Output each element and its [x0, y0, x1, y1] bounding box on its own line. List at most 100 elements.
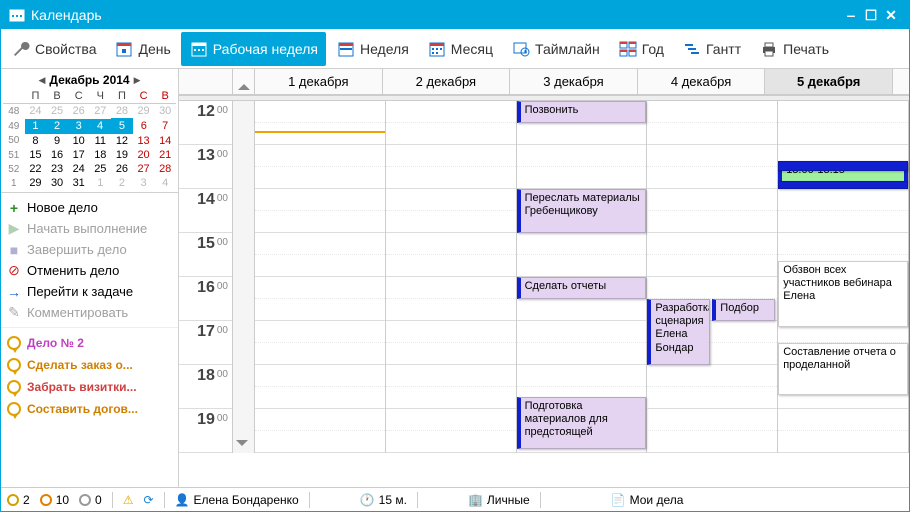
- mini-cal-day[interactable]: 3: [133, 176, 155, 190]
- mini-cal-day[interactable]: 5: [111, 119, 133, 134]
- mini-cal-day[interactable]: 23: [46, 162, 68, 176]
- allday-expand-icon[interactable]: [236, 437, 248, 451]
- mini-cal-day[interactable]: 14: [154, 134, 176, 149]
- mini-cal-day[interactable]: 7: [154, 119, 176, 134]
- mini-cal-day[interactable]: 16: [46, 148, 68, 162]
- gantt-view-button[interactable]: Гантт: [674, 32, 749, 66]
- mini-cal-day[interactable]: 20: [133, 148, 155, 162]
- mini-cal-day[interactable]: 28: [154, 162, 176, 176]
- workweek-view-button[interactable]: Рабочая неделя: [181, 32, 326, 66]
- day-column[interactable]: [255, 101, 386, 453]
- close-button[interactable]: ✕: [881, 7, 901, 24]
- calendar-event[interactable]: Обзвон всех участников вебинара Елена: [778, 261, 908, 327]
- day-column[interactable]: Разработка сценария Елена БондарПодбор: [647, 101, 778, 453]
- mini-cal-day[interactable]: 12: [111, 134, 133, 149]
- mini-cal-day[interactable]: 2: [46, 119, 68, 134]
- allday-toggle[interactable]: [233, 69, 255, 94]
- day-column[interactable]: 13:00-13:15Обзвон всех участников вебина…: [778, 101, 909, 453]
- calendar-event[interactable]: Подбор: [712, 299, 774, 321]
- task-item[interactable]: Дело № 2: [7, 332, 172, 354]
- task-item[interactable]: Забрать визитки...: [7, 376, 172, 398]
- mini-cal-day[interactable]: 18: [90, 148, 112, 162]
- new-task-action[interactable]: +Новое дело: [7, 197, 172, 218]
- maximize-button[interactable]: ☐: [861, 7, 881, 24]
- mini-cal-day[interactable]: 10: [68, 134, 90, 149]
- mini-calendar[interactable]: ◀ Декабрь 2014 ▶ ПВСЧПСВ4824252627282930…: [1, 69, 178, 193]
- prev-month-button[interactable]: ◀: [38, 75, 45, 86]
- mini-cal-day[interactable]: 25: [46, 104, 68, 119]
- mini-cal-day[interactable]: 19: [111, 148, 133, 162]
- mini-cal-day[interactable]: 29: [25, 176, 47, 190]
- mini-cal-day[interactable]: 24: [25, 104, 47, 119]
- calendar-event[interactable]: Сделать отчеты: [517, 277, 647, 299]
- mini-cal-day[interactable]: 26: [68, 104, 90, 119]
- calendar-event[interactable]: Подготовка материалов для предстоящей: [517, 397, 647, 449]
- cancel-action[interactable]: ⊘Отменить дело: [7, 260, 172, 281]
- task-item[interactable]: Сделать заказ о...: [7, 354, 172, 376]
- month-view-button[interactable]: Месяц: [419, 32, 501, 66]
- mini-cal-day[interactable]: 9: [46, 134, 68, 149]
- mini-cal-day[interactable]: 4: [154, 176, 176, 190]
- calendar-event[interactable]: Разработка сценария Елена Бондар: [647, 299, 709, 365]
- status-calendar[interactable]: 🏢Личные: [468, 493, 530, 507]
- year-view-button[interactable]: Год: [610, 32, 672, 66]
- mini-cal-row[interactable]: 491234567: [3, 119, 176, 134]
- mini-cal-day[interactable]: 4: [90, 119, 112, 134]
- mini-cal-day[interactable]: 28: [111, 104, 133, 119]
- mini-cal-day[interactable]: 15: [25, 148, 47, 162]
- day-column[interactable]: Позвонить Переслать материалы Гребенщиков…: [517, 101, 648, 453]
- mini-cal-day[interactable]: 25: [90, 162, 112, 176]
- mini-cal-day[interactable]: 29: [133, 104, 155, 119]
- mini-cal-day[interactable]: 30: [46, 176, 68, 190]
- minimize-button[interactable]: ‒: [841, 7, 861, 23]
- status-user[interactable]: 👤Елена Бондаренко: [175, 493, 299, 507]
- mini-cal-day[interactable]: 30: [154, 104, 176, 119]
- mini-cal-day[interactable]: 22: [25, 162, 47, 176]
- day-column[interactable]: [386, 101, 517, 453]
- status-filter[interactable]: 📄Мои дела: [611, 493, 684, 507]
- mini-cal-day[interactable]: 1: [90, 176, 112, 190]
- finish-action[interactable]: ■Завершить дело: [7, 239, 172, 260]
- mini-cal-row[interactable]: 5222232425262728: [3, 162, 176, 176]
- mini-cal-day[interactable]: 26: [111, 162, 133, 176]
- calendar-event[interactable]: Составление отчета о проделанной: [778, 343, 908, 395]
- print-button[interactable]: Печать: [751, 32, 837, 66]
- mini-cal-day[interactable]: 6: [133, 119, 155, 134]
- day-header[interactable]: 3 декабря: [510, 69, 638, 94]
- day-view-button[interactable]: День: [106, 32, 178, 66]
- timeline-view-button[interactable]: Таймлайн: [503, 32, 608, 66]
- mini-cal-row[interactable]: 5115161718192021: [3, 148, 176, 162]
- mini-cal-day[interactable]: 1: [25, 119, 47, 134]
- task-item[interactable]: Составить догов...: [7, 398, 172, 420]
- calendar-event[interactable]: Позвонить: [517, 101, 647, 123]
- mini-cal-row[interactable]: 50891011121314: [3, 134, 176, 149]
- week-view-button[interactable]: Неделя: [328, 32, 417, 66]
- day-header[interactable]: 5 декабря: [765, 69, 893, 94]
- next-month-button[interactable]: ▶: [134, 75, 141, 86]
- comment-action[interactable]: ✎Комментировать: [7, 302, 172, 323]
- status-duration[interactable]: 🕐15 м.: [360, 493, 407, 507]
- mini-cal-day[interactable]: 27: [90, 104, 112, 119]
- mini-cal-row[interactable]: 4824252627282930: [3, 104, 176, 119]
- calendar-event[interactable]: [778, 161, 908, 171]
- mini-cal-day[interactable]: 3: [68, 119, 90, 134]
- warning-indicator[interactable]: ⚠: [123, 493, 134, 507]
- mini-cal-day[interactable]: 17: [68, 148, 90, 162]
- start-action[interactable]: ▶Начать выполнение: [7, 218, 172, 239]
- properties-button[interactable]: Свойства: [3, 32, 104, 66]
- mini-cal-row[interactable]: 12930311234: [3, 176, 176, 190]
- mini-cal-day[interactable]: 13: [133, 134, 155, 149]
- mini-cal-day[interactable]: 8: [25, 134, 47, 149]
- allday-column[interactable]: [233, 101, 255, 453]
- calendar-event[interactable]: Переслать материалы Гребенщикову: [517, 189, 647, 233]
- mini-cal-day[interactable]: 21: [154, 148, 176, 162]
- day-header[interactable]: 1 декабря: [255, 69, 383, 94]
- mini-cal-day[interactable]: 27: [133, 162, 155, 176]
- day-header[interactable]: 4 декабря: [638, 69, 766, 94]
- refresh-indicator[interactable]: ⟳: [144, 493, 154, 507]
- goto-action[interactable]: →Перейти к задаче: [7, 281, 172, 302]
- day-header[interactable]: 2 декабря: [383, 69, 511, 94]
- calendar-event[interactable]: [778, 181, 908, 189]
- mini-cal-day[interactable]: 24: [68, 162, 90, 176]
- mini-cal-day[interactable]: 31: [68, 176, 90, 190]
